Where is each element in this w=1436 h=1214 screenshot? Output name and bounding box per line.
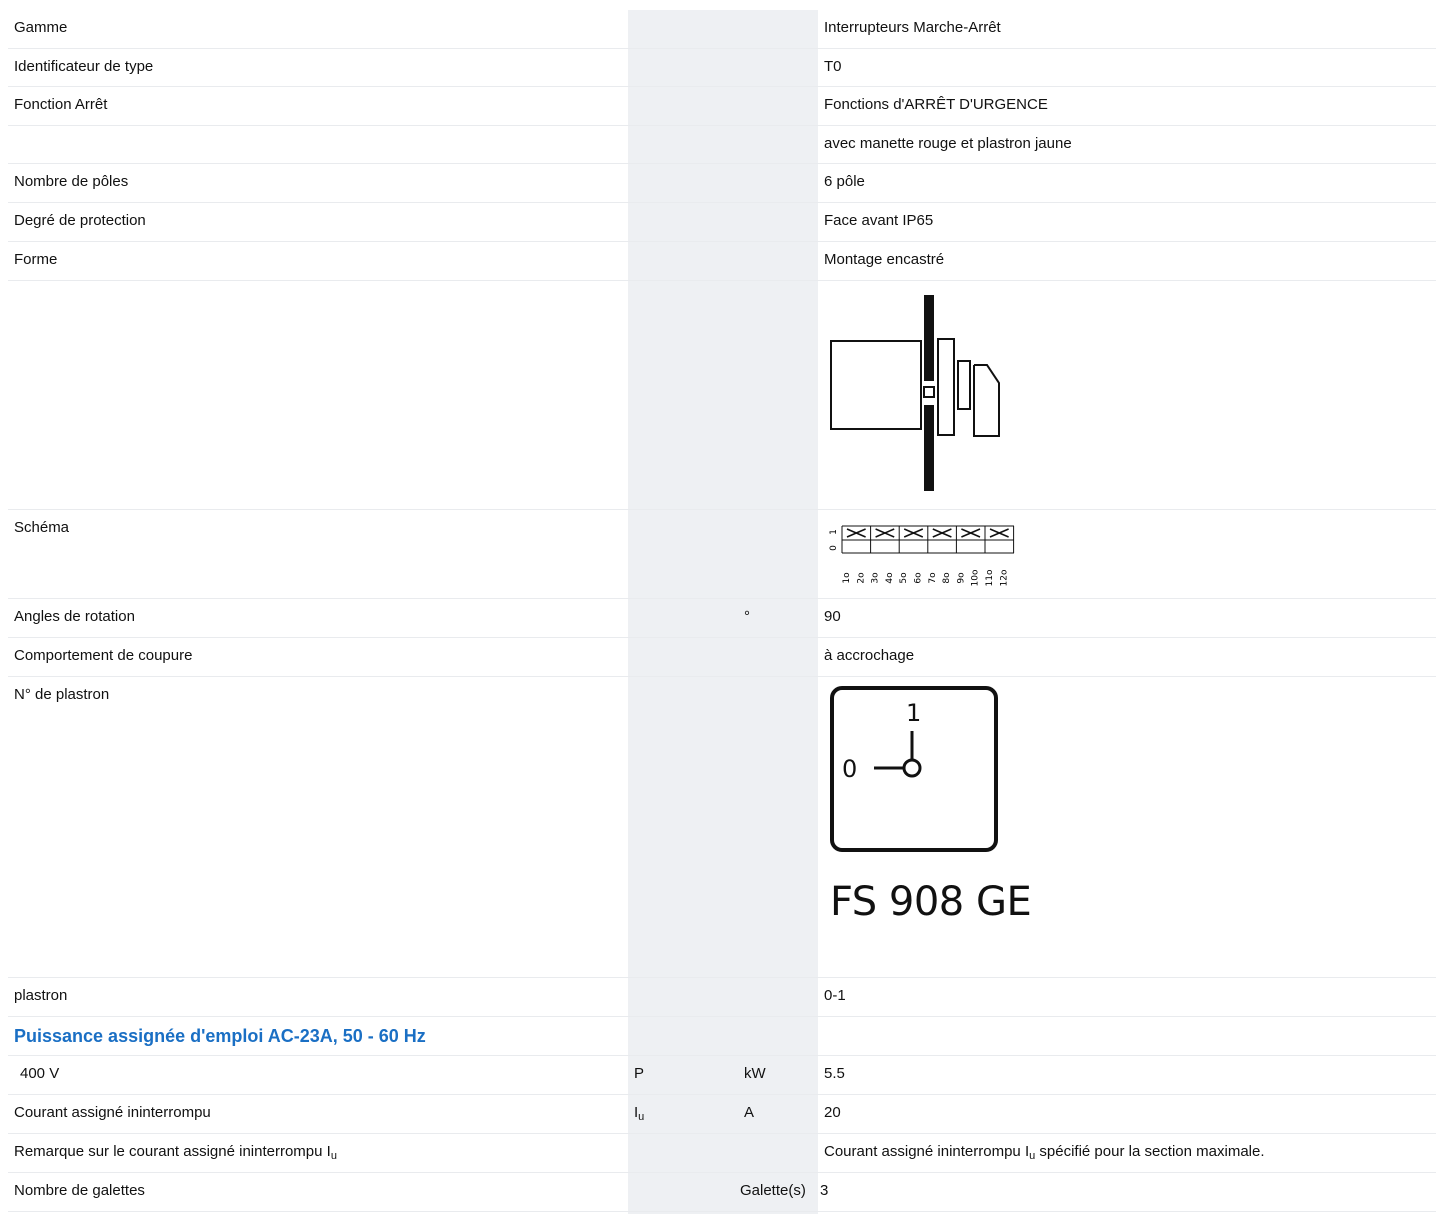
row-mounting-drawing [8, 280, 1436, 510]
row-plastron: plastron 0-1 [8, 977, 1436, 1017]
row-value: 3 [818, 1172, 1436, 1212]
row-current-remark: Remarque sur le courant assigné ininterr… [8, 1133, 1436, 1173]
schema-contact-label: 8o [942, 572, 952, 584]
schema-contact-label: 5o [899, 572, 909, 584]
row-label: Degré de protection [8, 202, 628, 242]
row-unit: ° [738, 598, 818, 638]
row-label: Forme [8, 241, 628, 281]
row-label: Nombre de pôles [8, 163, 628, 203]
row-stop-function-detail: avec manette rouge et plastron jaune [8, 125, 1436, 164]
row-poles: Nombre de pôles 6 pôle [8, 163, 1436, 203]
front-plate-drawing: 1 0 [830, 686, 998, 852]
schema-contact-label: 12o [999, 569, 1009, 586]
row-value: Interrupteurs Marche-Arrêt [818, 10, 1436, 49]
row-value: 5.5 [818, 1055, 1436, 1095]
row-label: 400 V [8, 1055, 628, 1095]
row-unit: kW [738, 1055, 818, 1095]
schema-contact-label: 1o [842, 572, 852, 584]
schema-cell: 1 0 1o 2o 3o 4o 5o 6o 7o 8o 9o 10o 11o 12o [818, 509, 1436, 599]
row-label: Remarque sur le courant assigné ininterr… [8, 1133, 628, 1173]
row-forme: Forme Montage encastré [8, 241, 1436, 281]
row-label: Gamme [8, 10, 628, 49]
schema-position-0: 0 [829, 545, 839, 551]
row-rotation-angle: Angles de rotation ° 90 [8, 598, 1436, 638]
schema-contact-label: 7o [928, 572, 938, 584]
row-value: T0 [818, 48, 1436, 87]
flush-mounting-drawing [830, 295, 1000, 491]
row-value: Courant assigné ininterrompu Iu spécifié… [818, 1133, 1436, 1173]
schema-contact-label: 4o [885, 572, 895, 584]
plate-position-0: 0 [842, 755, 857, 783]
row-label: Identificateur de type [8, 48, 628, 87]
schema-position-1: 1 [829, 529, 839, 535]
section-heading: Puissance assignée d'emploi AC-23A, 50 -… [8, 1016, 738, 1056]
row-value: Fonctions d'ARRÊT D'URGENCE [818, 86, 1436, 126]
schema-contact-label: 6o [914, 572, 924, 584]
row-symbol: P [628, 1055, 738, 1095]
row-stop-function: Fonction Arrêt Fonctions d'ARRÊT D'URGEN… [8, 86, 1436, 126]
row-label: N° de plastron [8, 676, 628, 978]
row-label: Fonction Arrêt [8, 86, 628, 126]
schema-contact-label: 3o [871, 572, 881, 584]
row-front-plate-number: N° de plastron 1 0 FS 908 GE [8, 676, 1436, 978]
spec-table: Gamme Interrupteurs Marche-Arrêt Identif… [8, 10, 1436, 1212]
row-label [8, 125, 628, 164]
row-type-identifier: Identificateur de type T0 [8, 48, 1436, 87]
row-switching-behaviour: Comportement de coupure à accrochage [8, 637, 1436, 677]
row-value: à accrochage [818, 637, 1436, 677]
front-plate-cell: 1 0 FS 908 GE [818, 676, 1436, 978]
schema-contact-label: 10o [971, 569, 981, 586]
row-value: 6 pôle [818, 163, 1436, 203]
row-label: Schéma [8, 509, 628, 599]
row-power-400v: 400 V P kW 5.5 [8, 1055, 1436, 1095]
schema-contact-label: 11o [985, 569, 995, 586]
row-value: 0-1 [818, 977, 1436, 1017]
row-label: Comportement de coupure [8, 637, 628, 677]
row-value: 20 [818, 1094, 1436, 1134]
row-value: 90 [818, 598, 1436, 638]
row-value: avec manette rouge et plastron jaune [818, 125, 1436, 164]
schema-contact-label: 9o [956, 572, 966, 584]
contact-schema-diagram: 1 0 1o 2o 3o 4o 5o 6o 7o 8o 9o 10o 11o 12o [829, 525, 1015, 586]
row-uninterrupted-current: Courant assigné ininterrompu Iu A 20 [8, 1094, 1436, 1134]
row-symbol: Iu [628, 1094, 738, 1134]
row-gamme: Gamme Interrupteurs Marche-Arrêt [8, 10, 1436, 49]
schema-contact-label: 2o [856, 572, 866, 584]
row-protection: Degré de protection Face avant IP65 [8, 202, 1436, 242]
row-value: Face avant IP65 [818, 202, 1436, 242]
row-label: plastron [8, 977, 628, 1017]
row-unit: A [738, 1094, 818, 1134]
plate-position-1: 1 [906, 699, 921, 727]
spec-sheet: Gamme Interrupteurs Marche-Arrêt Identif… [0, 0, 1436, 1214]
mounting-drawing-cell [818, 280, 1436, 510]
row-label: Angles de rotation [8, 598, 628, 638]
row-unit: Galette(s) [738, 1172, 818, 1212]
row-label: Nombre de galettes [8, 1172, 628, 1212]
row-wafer-count: Nombre de galettes Galette(s) 3 [8, 1172, 1436, 1212]
row-schema: Schéma 1 0 1o 2o 3o 4o 5o 6o 7o 8o 9o 10o 11o 12o [8, 509, 1436, 599]
row-label: Courant assigné ininterrompu [8, 1094, 628, 1134]
row-value: Montage encastré [818, 241, 1436, 281]
front-plate-code: FS 908 GE [830, 879, 1032, 925]
section-heading-row: Puissance assignée d'emploi AC-23A, 50 -… [8, 1016, 1436, 1056]
